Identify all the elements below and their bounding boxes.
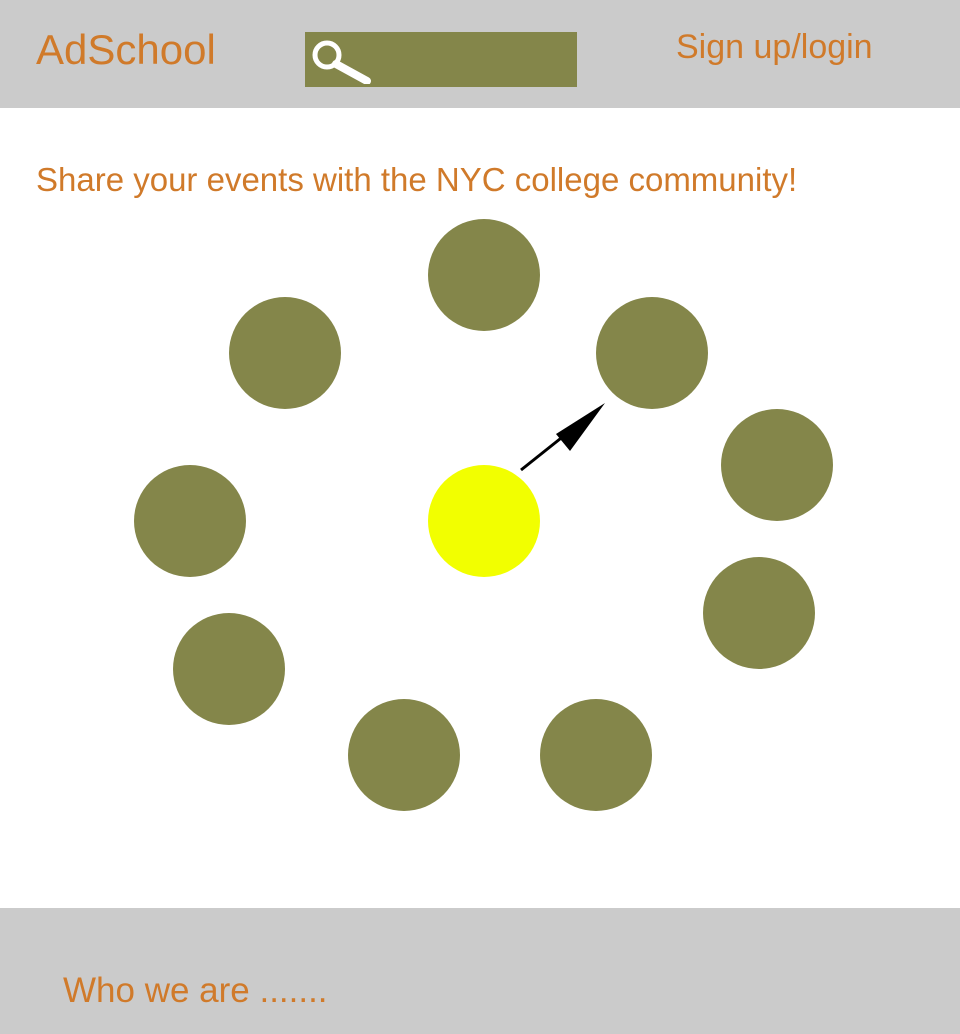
event-bubble[interactable] — [703, 557, 815, 669]
event-bubble[interactable] — [721, 409, 833, 521]
event-bubble[interactable] — [229, 297, 341, 409]
footer-bar: Who we are ....... — [0, 908, 960, 1034]
event-bubble[interactable] — [540, 699, 652, 811]
search-icon[interactable] — [309, 38, 373, 84]
featured-event-bubble[interactable] — [428, 465, 540, 577]
logo[interactable]: AdSchool — [36, 26, 216, 74]
arrow-icon — [520, 403, 605, 472]
search-bar[interactable] — [305, 32, 577, 87]
who-we-are-link[interactable]: Who we are ....... — [63, 970, 328, 1012]
event-bubble[interactable] — [173, 613, 285, 725]
event-bubble[interactable] — [348, 699, 460, 811]
page-tagline: Share your events with the NYC college c… — [36, 161, 798, 198]
header-bar: AdSchool Sign up/login — [0, 0, 960, 108]
event-cluster — [134, 219, 833, 811]
event-bubble[interactable] — [134, 465, 246, 577]
event-bubble[interactable] — [428, 219, 540, 331]
event-bubble[interactable] — [596, 297, 708, 409]
search-input[interactable] — [369, 32, 569, 87]
signup-login-link[interactable]: Sign up/login — [676, 27, 873, 67]
